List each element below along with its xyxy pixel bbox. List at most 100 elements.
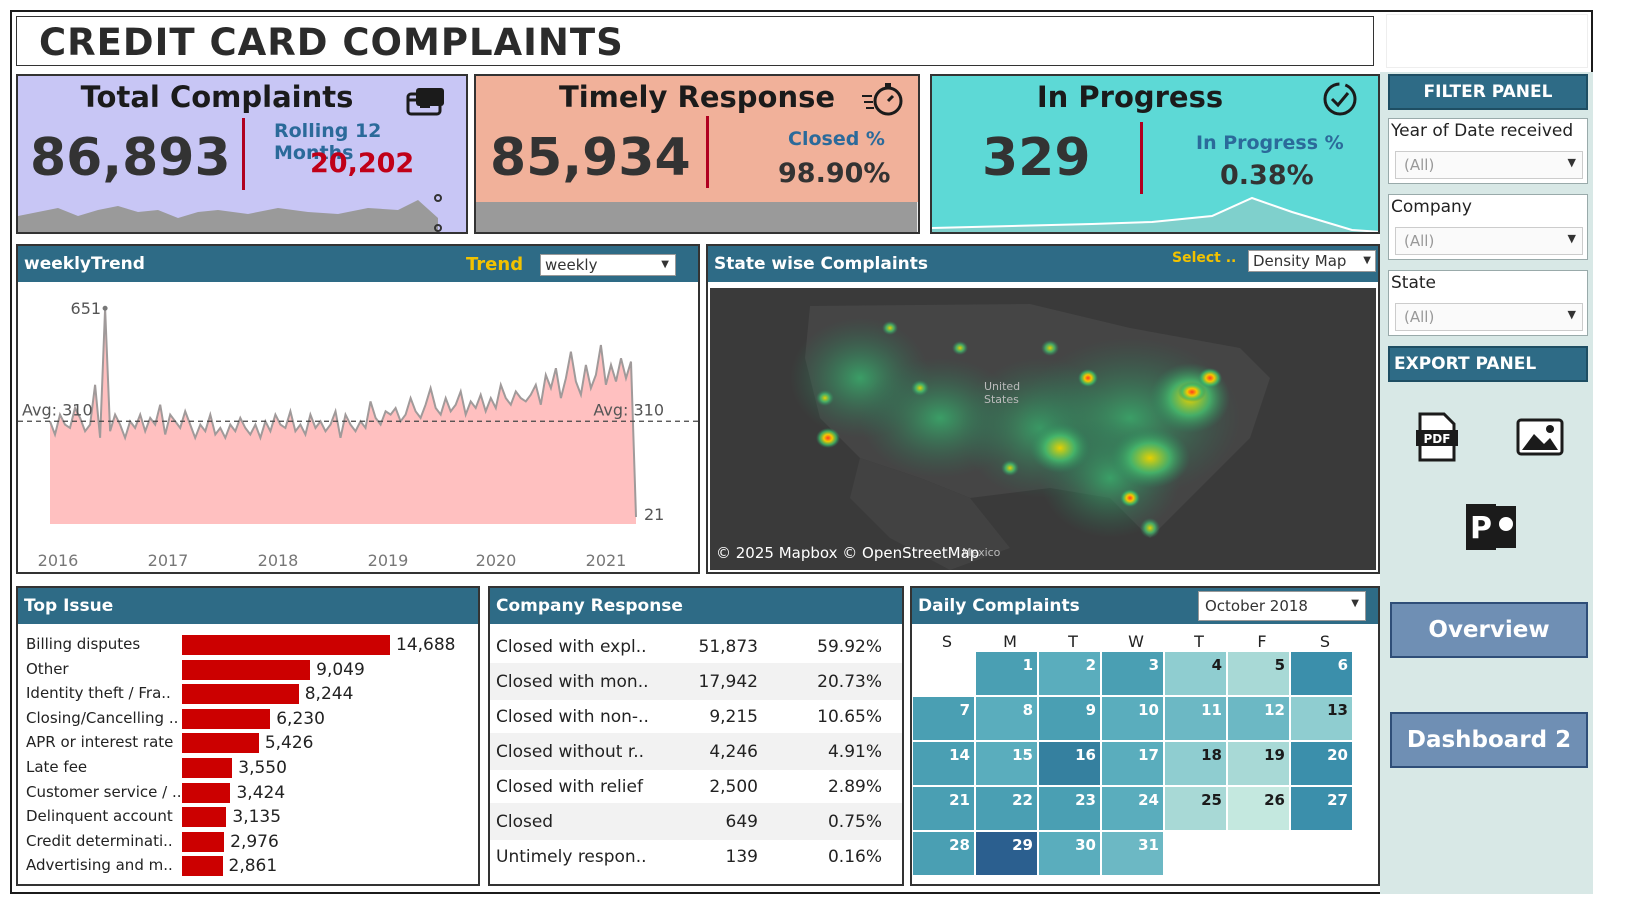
total-complaints-value: 86,893 [30,128,231,188]
response-row[interactable]: Closed without r.. 4,246 4.91% [490,733,902,770]
issue-bar [182,635,390,655]
calendar-day[interactable]: 12 [1227,696,1290,741]
calendar-day[interactable]: 27 [1290,786,1353,831]
response-count: 9,215 [709,707,758,727]
in-progress-pct-value: 0.38% [1220,160,1314,191]
calendar-day[interactable]: 10 [1101,696,1164,741]
calendar-day[interactable]: 1 [975,651,1038,696]
calendar-weekday: T [1194,632,1204,651]
dashboard-2-button[interactable]: Dashboard 2 [1390,712,1588,768]
month-select[interactable]: October 2018 ▼ [1198,591,1366,621]
filter-state-select[interactable]: (All) ▼ [1395,303,1583,331]
in-progress-card: In Progress 329 In Progress % 0.38% [930,74,1380,234]
calendar-day[interactable]: 17 [1101,741,1164,786]
map-select-label: Select .. [1172,250,1237,266]
response-name: Closed without r.. [496,742,645,762]
issue-row[interactable]: Customer service / .. 3,424 [24,780,464,806]
calendar-day[interactable]: 19 [1227,741,1290,786]
issue-row[interactable]: Credit determinati.. 2,976 [24,829,464,855]
filter-company-value: (All) [1404,232,1435,250]
calendar-weekday: T [1068,632,1078,651]
filter-state: State (All) ▼ [1388,270,1588,336]
response-count: 2,500 [709,777,758,797]
filter-company: Company (All) ▼ [1388,194,1588,260]
company-response-panel: Company Response Closed with expl.. 51,87… [488,586,904,886]
total-sparkline [18,194,442,232]
response-row[interactable]: Untimely respon.. 139 0.16% [490,838,902,875]
issue-row[interactable]: Closing/Cancelling .. 6,230 [24,706,464,732]
response-row[interactable]: Closed with mon.. 17,942 20.73% [490,663,902,700]
response-row[interactable]: Closed with non-.. 9,215 10.65% [490,698,902,735]
issue-row[interactable]: Late fee 3,550 [24,755,464,781]
calendar-day[interactable]: 29 [975,831,1038,876]
calendar-day[interactable]: 13 [1290,696,1353,741]
calendar-weekday: F [1257,632,1267,651]
filter-company-select[interactable]: (All) ▼ [1395,227,1583,255]
filter-year-value: (All) [1404,156,1435,174]
calendar-day[interactable]: 2 [1038,651,1101,696]
calendar-day[interactable]: 30 [1038,831,1101,876]
issue-row[interactable]: Identity theft / Fra.. 8,244 [24,681,464,707]
rolling-value: 20,202 [310,148,415,179]
response-row[interactable]: Closed with relief 2,500 2.89% [490,768,902,805]
calendar-day[interactable]: 16 [1038,741,1101,786]
calendar-day[interactable]: 7 [912,696,975,741]
calendar-day[interactable]: 8 [975,696,1038,741]
company-response-header: Company Response [490,588,902,624]
calendar-day[interactable]: 28 [912,831,975,876]
overview-button[interactable]: Overview [1390,602,1588,658]
chevron-down-icon: ▼ [1567,156,1576,169]
issue-label: Billing disputes [26,635,141,653]
response-pct: 2.89% [827,777,882,797]
powerpoint-icon[interactable]: P [1464,502,1518,552]
map-type-select[interactable]: Density Map ▼ [1248,250,1376,272]
image-icon[interactable] [1516,418,1564,456]
issue-value: 5,426 [264,733,314,754]
calendar-day[interactable]: 25 [1164,786,1227,831]
closed-progress-end [918,202,920,234]
issue-row[interactable]: Advertising and m.. 2,861 [24,853,464,879]
calendar-day[interactable]: 26 [1227,786,1290,831]
issue-label: APR or interest rate [26,733,174,752]
issue-bar [182,733,259,754]
calendar-day[interactable]: 5 [1227,651,1290,696]
response-row[interactable]: Closed with expl.. 51,873 59.92% [490,628,902,665]
calendar-day[interactable]: 20 [1290,741,1353,786]
response-count: 4,246 [709,742,758,762]
calendar-day[interactable]: 23 [1038,786,1101,831]
issue-row[interactable]: APR or interest rate 5,426 [24,730,464,756]
response-pct: 0.16% [827,847,882,867]
issue-value: 6,230 [276,708,325,729]
calendar-day[interactable]: 18 [1164,741,1227,786]
blank-area [1386,14,1588,68]
x-tick-label: 2017 [148,551,189,570]
calendar-day[interactable]: 11 [1164,696,1227,741]
filter-year-select[interactable]: (All) ▼ [1395,151,1583,179]
issue-bar [182,684,299,705]
closed-progress-track [476,202,920,234]
calendar-day[interactable]: 31 [1101,831,1164,876]
issue-label: Delinquent account [26,807,173,826]
issue-row[interactable]: Other 9,049 [24,657,464,683]
calendar-day[interactable]: 6 [1290,651,1353,696]
trend-select[interactable]: weekly ▼ [540,254,676,276]
density-map[interactable]: United States Mexico © 2025 Mapbox © Ope… [710,288,1376,570]
calendar-day[interactable]: 22 [975,786,1038,831]
top-issue-panel: Top Issue Billing disputes 14,688 Other 9,0… [16,586,480,886]
chevron-down-icon: ▼ [661,259,669,270]
calendar-day[interactable]: 24 [1101,786,1164,831]
stopwatch-icon [862,83,903,116]
issue-row[interactable]: Billing disputes 14,688 [24,632,464,658]
calendar-day[interactable]: 21 [912,786,975,831]
pdf-icon[interactable]: PDF [1414,412,1460,462]
calendar-day[interactable]: 4 [1164,651,1227,696]
calendar-day[interactable]: 14 [912,741,975,786]
issue-row[interactable]: Delinquent account 3,135 [24,804,464,830]
weekly-trend-chart[interactable]: 651 21 Avg: 310 Avg: 310 2016 2017 2018 2019 202… [18,282,698,572]
calendar-day[interactable]: 3 [1101,651,1164,696]
calendar-day[interactable]: 9 [1038,696,1101,741]
response-row[interactable]: Closed 649 0.75% [490,803,902,840]
calendar-day[interactable]: 15 [975,741,1038,786]
calendar-weekday: M [1003,632,1017,651]
svg-text:P: P [1470,511,1492,546]
